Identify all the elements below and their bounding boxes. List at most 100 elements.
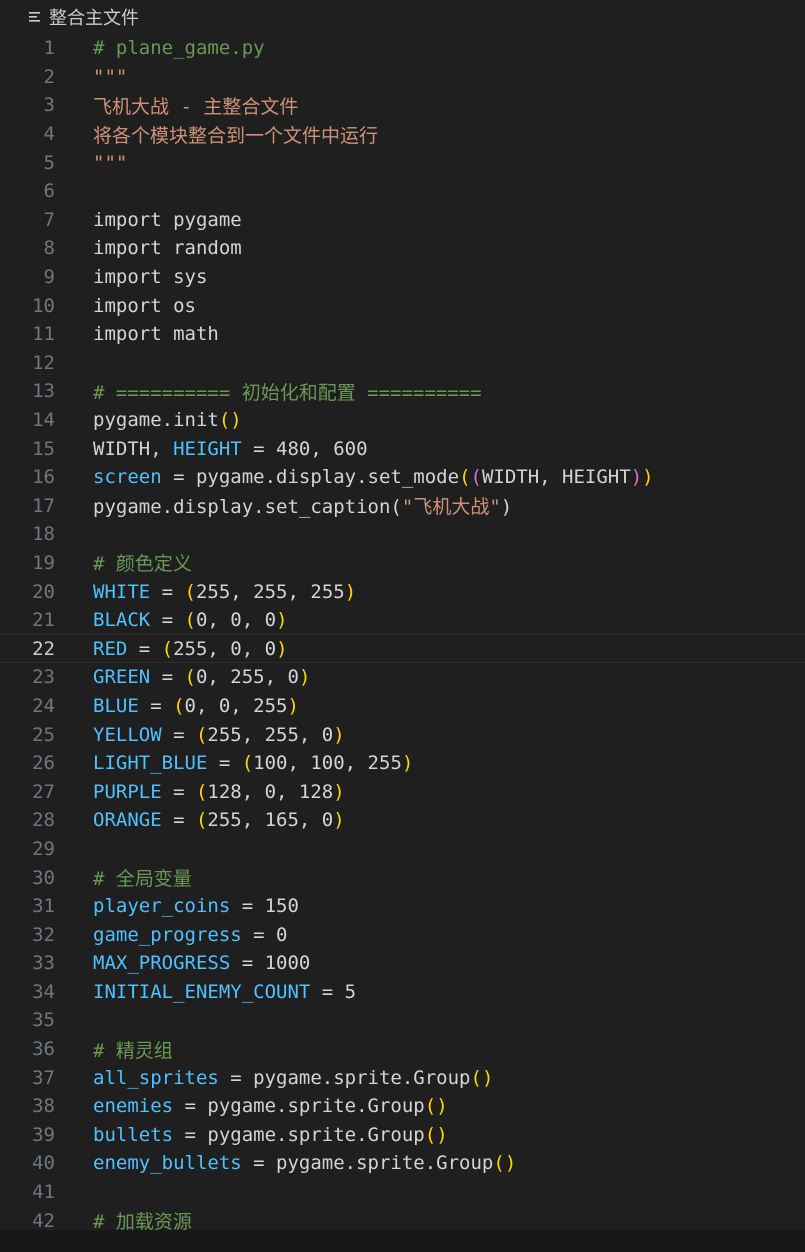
code-token: 0, 0, 0 — [195, 609, 277, 632]
code-line[interactable]: 38 enemies = pygame.sprite.Group() — [0, 1092, 805, 1121]
code-token: RED — [93, 637, 128, 660]
code-line[interactable]: 10 import os — [0, 291, 805, 320]
code-line[interactable]: 24 BLUE = (0, 0, 255) — [0, 692, 805, 721]
code-line[interactable]: 33 MAX_PROGRESS = 1000 — [0, 949, 805, 978]
code-text: 飞机大战 - 主整合文件 — [93, 92, 298, 119]
code-text: RED = (255, 0, 0) — [93, 638, 288, 660]
code-line[interactable]: 5 """ — [0, 148, 805, 177]
code-line[interactable]: 41 — [0, 1178, 805, 1207]
line-number: 9 — [43, 266, 55, 289]
code-token: ) — [333, 723, 345, 746]
code-line[interactable]: 26 LIGHT_BLUE = (100, 100, 255) — [0, 749, 805, 778]
code-token: ) — [287, 694, 299, 717]
line-number: 2 — [43, 65, 55, 88]
code-line[interactable]: 31 player_coins = 150 — [0, 892, 805, 921]
code-token: import sys — [93, 266, 208, 289]
code-line[interactable]: 11 import math — [0, 320, 805, 349]
line-number: 31 — [32, 895, 55, 918]
code-token: enemies — [93, 1095, 174, 1118]
code-token: import os — [93, 294, 196, 317]
code-line[interactable]: 1 # plane_game.py — [0, 34, 805, 63]
code-text: 将各个模块整合到一个文件中运行 — [93, 121, 378, 148]
code-line[interactable]: 4 将各个模块整合到一个文件中运行 — [0, 120, 805, 149]
code-token: ORANGE — [93, 809, 162, 832]
code-text: screen = pygame.display.set_mode((WIDTH,… — [93, 466, 654, 488]
code-token: import pygame — [93, 208, 242, 231]
code-token: () — [470, 1066, 494, 1089]
code-token: ) — [500, 496, 513, 519]
code-line[interactable]: 8 import random — [0, 234, 805, 263]
code-token: 将各个模块整合到一个文件中运行 — [93, 124, 379, 147]
code-line[interactable]: 20 WHITE = (255, 255, 255) — [0, 577, 805, 606]
code-token: 100, 100, 255 — [253, 752, 402, 775]
code-token: # 精灵组 — [93, 1039, 173, 1062]
code-token: ( — [184, 580, 196, 603]
code-token: 0, 0, 255 — [184, 694, 288, 717]
code-text: import random — [93, 237, 242, 259]
code-token: # 全局变量 — [93, 868, 192, 891]
code-line[interactable]: 22 RED = (255, 0, 0) — [0, 634, 805, 664]
code-line[interactable]: 6 — [0, 177, 805, 206]
code-text: pygame.init() — [93, 409, 242, 431]
code-token: () — [424, 1123, 448, 1146]
code-token: ( — [184, 609, 196, 632]
code-line[interactable]: 34 INITIAL_ENEMY_COUNT = 5 — [0, 978, 805, 1007]
code-line[interactable]: 25 YELLOW = (255, 255, 0) — [0, 720, 805, 749]
code-line[interactable]: 13 # ========== 初始化和配置 ========== — [0, 377, 805, 406]
line-number: 22 — [32, 637, 55, 660]
code-line[interactable]: 7 import pygame — [0, 206, 805, 235]
code-line[interactable]: 18 — [0, 520, 805, 549]
code-line[interactable]: 15 WIDTH, HEIGHT = 480, 600 — [0, 434, 805, 463]
code-token: = — [150, 609, 185, 632]
code-line[interactable]: 12 — [0, 349, 805, 378]
code-line[interactable]: 19 # 颜色定义 — [0, 549, 805, 578]
line-number: 37 — [32, 1066, 55, 1089]
code-line[interactable]: 32 game_progress = 0 — [0, 920, 805, 949]
line-number: 30 — [32, 866, 55, 889]
line-number: 29 — [32, 837, 55, 860]
code-line[interactable]: 21 BLACK = (0, 0, 0) — [0, 606, 805, 635]
code-text: GREEN = (0, 255, 0) — [93, 666, 310, 688]
code-line[interactable]: 30 # 全局变量 — [0, 863, 805, 892]
code-text: # ========== 初始化和配置 ========== — [93, 378, 482, 405]
code-token: ( — [184, 666, 196, 689]
code-line[interactable]: 37 all_sprites = pygame.sprite.Group() — [0, 1063, 805, 1092]
code-token: GREEN — [93, 666, 151, 689]
code-line[interactable]: 16 screen = pygame.display.set_mode((WIDT… — [0, 463, 805, 492]
code-text: enemies = pygame.sprite.Group() — [93, 1095, 448, 1117]
line-number: 14 — [32, 409, 55, 432]
code-token: () — [218, 409, 242, 432]
code-token: "飞机大战" — [401, 496, 501, 519]
code-line[interactable]: 3 飞机大战 - 主整合文件 — [0, 91, 805, 120]
code-line[interactable]: 28 ORANGE = (255, 165, 0) — [0, 806, 805, 835]
code-line[interactable]: 2 """ — [0, 63, 805, 92]
code-token: game_progress — [93, 923, 242, 946]
code-token: ) — [276, 609, 288, 632]
code-line[interactable]: 40 enemy_bullets = pygame.sprite.Group() — [0, 1149, 805, 1178]
code-editor[interactable]: 1 # plane_game.py 2 """ 3 飞机大战 - 主整合文件 4 将各个模块整… — [0, 34, 805, 1230]
code-text: PURPLE = (128, 0, 128) — [93, 781, 345, 803]
code-text: import math — [93, 323, 219, 345]
code-token: = — [161, 723, 196, 746]
code-text: # 颜色定义 — [93, 549, 192, 576]
code-line[interactable]: 42 # 加载资源 — [0, 1206, 805, 1230]
code-token: ( — [241, 752, 254, 775]
code-text: LIGHT_BLUE = (100, 100, 255) — [93, 752, 413, 774]
code-line[interactable]: 9 import sys — [0, 263, 805, 292]
code-token: MAX_PROGRESS — [93, 952, 231, 975]
code-token: INITIAL_ENEMY_COUNT — [93, 980, 311, 1003]
line-number: 39 — [32, 1123, 55, 1146]
line-number: 36 — [32, 1038, 55, 1061]
code-line[interactable]: 27 PURPLE = (128, 0, 128) — [0, 777, 805, 806]
code-line[interactable]: 14 pygame.init() — [0, 406, 805, 435]
breadcrumb[interactable]: 整合主文件 — [0, 0, 805, 34]
code-line[interactable]: 29 — [0, 835, 805, 864]
code-token: WIDTH, HEIGHT — [481, 466, 631, 489]
line-number: 20 — [32, 580, 55, 603]
code-line[interactable]: 23 GREEN = (0, 255, 0) — [0, 663, 805, 692]
code-line[interactable]: 39 bullets = pygame.sprite.Group() — [0, 1121, 805, 1150]
code-line[interactable]: 35 — [0, 1006, 805, 1035]
code-token: # ========== 初始化和配置 ========== — [93, 381, 482, 404]
code-line[interactable]: 36 # 精灵组 — [0, 1035, 805, 1064]
code-line[interactable]: 17 pygame.display.set_caption("飞机大战") — [0, 492, 805, 521]
